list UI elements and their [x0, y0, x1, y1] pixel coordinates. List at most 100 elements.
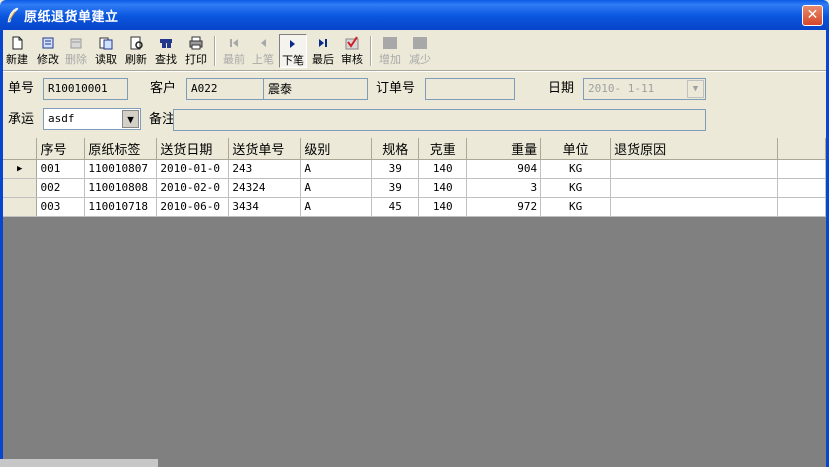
- carrier-dropdown-button[interactable]: ▼: [122, 110, 139, 128]
- order-ref-field[interactable]: [425, 78, 515, 100]
- window-title: 原纸退货单建立: [24, 10, 119, 25]
- grid-header-row: 序号 原纸标签 送货日期 送货单号 级别 规格 克重 重量 单位 退货原因: [3, 138, 827, 160]
- remove-row-button[interactable]: 减少: [406, 34, 434, 68]
- cell-delivery-no[interactable]: 24324: [228, 178, 302, 198]
- next-record-button[interactable]: 下笔: [279, 34, 307, 68]
- customer-code-field[interactable]: A022: [186, 78, 264, 100]
- cell-return-reason[interactable]: [610, 159, 778, 179]
- print-icon: [189, 36, 203, 50]
- next-record-label: 下笔: [282, 54, 304, 67]
- new-button-label: 新建: [6, 53, 28, 66]
- close-button[interactable]: ✕: [802, 5, 823, 26]
- cell-filler: [777, 178, 827, 198]
- order-ref-label: 订单号: [376, 81, 416, 96]
- carrier-select[interactable]: asdf ▼: [43, 108, 141, 130]
- delete-button-label: 删除: [65, 53, 87, 66]
- cell-delivery-no[interactable]: 3434: [228, 197, 302, 217]
- cell-grade[interactable]: A: [300, 178, 373, 198]
- toolbar: 新建 修改 删除 读取 刷新 查找 打印 最前 上笔 下笔 最后 审核 增加 减…: [3, 32, 826, 70]
- cell-grade[interactable]: A: [300, 197, 373, 217]
- cell-delivery-date[interactable]: 2010-02-0: [156, 178, 230, 198]
- title-bar[interactable]: 原纸退货单建立 ✕: [0, 0, 829, 30]
- find-icon: [160, 39, 172, 48]
- date-dropdown-button[interactable]: ▼: [687, 80, 704, 98]
- read-icon: [99, 37, 113, 50]
- read-button[interactable]: 读取: [92, 34, 120, 68]
- cell-return-reason[interactable]: [610, 197, 778, 217]
- customer-label: 客户: [150, 81, 177, 96]
- find-button[interactable]: 查找: [152, 34, 180, 68]
- taskbar-fragment: [0, 459, 158, 467]
- cell-unit[interactable]: KG: [540, 159, 612, 179]
- first-record-button[interactable]: 最前: [220, 34, 248, 68]
- cell-weight[interactable]: 3: [466, 178, 542, 198]
- toolbar-separator: [370, 36, 372, 66]
- cell-grade[interactable]: A: [300, 159, 373, 179]
- col-header-spec[interactable]: 规格: [371, 138, 420, 160]
- cell-gsm[interactable]: 140: [418, 159, 468, 179]
- delete-icon: [70, 38, 82, 49]
- col-header-delivery-date[interactable]: 送货日期: [156, 138, 230, 160]
- remove-row-label: 减少: [409, 53, 431, 66]
- table-row[interactable]: 003 110010718 2010-06-0 3434 A 45 140 97…: [3, 197, 827, 217]
- previous-record-button[interactable]: 上笔: [249, 34, 277, 68]
- first-record-label: 最前: [223, 53, 245, 66]
- cell-delivery-date[interactable]: 2010-06-0: [156, 197, 230, 217]
- new-button[interactable]: 新建: [3, 34, 31, 68]
- cell-spec[interactable]: 39: [371, 159, 420, 179]
- approve-button-label: 审核: [341, 53, 363, 66]
- refresh-button[interactable]: 刷新: [122, 34, 150, 68]
- col-header-delivery-no[interactable]: 送货单号: [228, 138, 302, 160]
- approve-button[interactable]: 审核: [338, 34, 366, 68]
- last-record-button[interactable]: 最后: [309, 34, 337, 68]
- order-no-field[interactable]: R10010001: [43, 78, 128, 100]
- last-record-label: 最后: [312, 53, 334, 66]
- print-button-label: 打印: [185, 53, 207, 66]
- refresh-button-label: 刷新: [125, 53, 147, 66]
- date-picker[interactable]: 2010- 1-11 ▼: [583, 78, 706, 100]
- col-header-weight[interactable]: 重量: [466, 138, 542, 160]
- add-row-button[interactable]: 增加: [376, 34, 404, 68]
- cell-unit[interactable]: KG: [540, 197, 612, 217]
- detail-grid[interactable]: 序号 原纸标签 送货日期 送货单号 级别 规格 克重 重量 单位 退货原因 ▶ …: [3, 138, 827, 467]
- refresh-icon: [130, 36, 143, 50]
- print-button[interactable]: 打印: [182, 34, 210, 68]
- cell-gsm[interactable]: 140: [418, 178, 468, 198]
- cell-paper-tag[interactable]: 110010807: [84, 159, 158, 179]
- current-row-indicator[interactable]: ▶: [3, 159, 38, 179]
- cell-delivery-no[interactable]: 243: [228, 159, 302, 179]
- cell-seq[interactable]: 003: [36, 197, 86, 217]
- col-header-gsm[interactable]: 克重: [418, 138, 468, 160]
- cell-spec[interactable]: 45: [371, 197, 420, 217]
- cell-spec[interactable]: 39: [371, 178, 420, 198]
- edit-button-label: 修改: [37, 53, 59, 66]
- row-indicator[interactable]: [3, 197, 38, 217]
- cell-seq[interactable]: 002: [36, 178, 86, 198]
- cell-delivery-date[interactable]: 2010-01-0: [156, 159, 230, 179]
- col-header-grade[interactable]: 级别: [300, 138, 373, 160]
- edit-button[interactable]: 修改: [34, 34, 62, 68]
- app-feather-icon: [7, 7, 19, 23]
- cell-weight[interactable]: 972: [466, 197, 542, 217]
- cell-return-reason[interactable]: [610, 178, 778, 198]
- cell-seq[interactable]: 001: [36, 159, 86, 179]
- col-header-unit[interactable]: 单位: [540, 138, 612, 160]
- col-header-paper-tag[interactable]: 原纸标签: [84, 138, 158, 160]
- cell-gsm[interactable]: 140: [418, 197, 468, 217]
- row-indicator[interactable]: [3, 178, 38, 198]
- table-row[interactable]: ▶ 001 110010807 2010-01-0 243 A 39 140 9…: [3, 159, 827, 179]
- table-row[interactable]: 002 110010808 2010-02-0 24324 A 39 140 3…: [3, 178, 827, 198]
- cell-weight[interactable]: 904: [466, 159, 542, 179]
- delete-button[interactable]: 删除: [62, 34, 90, 68]
- cell-paper-tag[interactable]: 110010808: [84, 178, 158, 198]
- customer-name-field[interactable]: 震泰: [263, 78, 368, 100]
- col-header-seq[interactable]: 序号: [36, 138, 86, 160]
- cell-paper-tag[interactable]: 110010718: [84, 197, 158, 217]
- cell-unit[interactable]: KG: [540, 178, 612, 198]
- remark-field[interactable]: [173, 109, 706, 131]
- last-record-icon: [319, 39, 327, 47]
- carrier-label: 承运: [8, 112, 35, 127]
- col-header-return-reason[interactable]: 退货原因: [610, 138, 778, 160]
- add-row-label: 增加: [379, 53, 401, 66]
- next-record-icon: [290, 40, 295, 48]
